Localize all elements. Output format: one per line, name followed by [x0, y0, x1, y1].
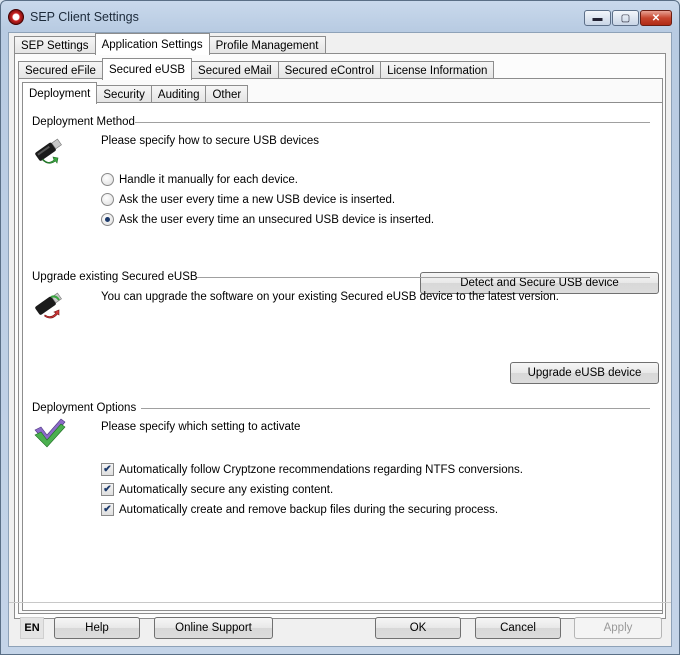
radio-option-new-device[interactable]: Ask the user every time a new USB device… — [101, 193, 395, 206]
checkbox-secure-existing[interactable]: ✔ Automatically secure any existing cont… — [101, 483, 333, 496]
section-divider — [197, 277, 650, 278]
radio-button[interactable] — [101, 173, 114, 186]
ok-button[interactable]: OK — [375, 617, 461, 639]
tab-secured-eusb[interactable]: Secured eUSB — [101, 58, 193, 80]
radio-label: Ask the user every time an unsecured USB… — [119, 213, 435, 226]
maximize-button[interactable]: ▢ — [612, 10, 639, 26]
online-support-button[interactable]: Online Support — [154, 617, 273, 639]
checkbox-backup-files[interactable]: ✔ Automatically create and remove backup… — [101, 503, 498, 516]
upgrade-section-title: Upgrade existing Secured eUSB — [32, 271, 198, 283]
usb-stick-green-arrow-icon — [35, 138, 62, 164]
deployment-method-description: Please specify how to secure USB devices — [101, 135, 319, 147]
cancel-button[interactable]: Cancel — [475, 617, 561, 639]
deployment-options-title: Deployment Options — [32, 402, 137, 414]
radio-button-selected[interactable] — [101, 213, 114, 226]
footer-divider — [9, 602, 671, 603]
checkbox-label: Automatically create and remove backup f… — [119, 503, 499, 516]
green-purple-checkmark-icon — [34, 418, 66, 448]
section-divider — [135, 122, 650, 123]
radio-option-manual[interactable]: Handle it manually for each device. — [101, 173, 298, 186]
tab-application-settings[interactable]: Application Settings — [94, 33, 210, 55]
section-divider — [141, 408, 650, 409]
radio-button[interactable] — [101, 193, 114, 206]
radio-label: Ask the user every time a new USB device… — [119, 193, 396, 206]
eusb-tab-strip: Deployment Security Auditing Other — [22, 82, 249, 104]
checkbox-label: Automatically secure any existing conten… — [119, 483, 334, 496]
checkbox-checked[interactable]: ✔ — [101, 503, 114, 516]
language-indicator[interactable]: EN — [20, 617, 44, 639]
upgrade-description: You can upgrade the software on your exi… — [101, 291, 559, 303]
checkbox-ntfs-recommendations[interactable]: ✔ Automatically follow Cryptzone recomme… — [101, 463, 523, 476]
tab-deployment[interactable]: Deployment — [22, 82, 98, 104]
deployment-panel: Deployment Method Please specify how to … — [22, 102, 663, 611]
radio-option-unsecured-device[interactable]: Ask the user every time an unsecured USB… — [101, 213, 434, 226]
checkbox-checked[interactable]: ✔ — [101, 463, 114, 476]
deployment-options-description: Please specify which setting to activate — [101, 421, 301, 433]
upgrade-eusb-button[interactable]: Upgrade eUSB device — [510, 362, 659, 384]
radio-label: Handle it manually for each device. — [119, 173, 298, 186]
client-area: SEP Settings Application Settings Profil… — [8, 32, 672, 647]
apply-button[interactable]: Apply — [574, 617, 662, 639]
main-tab-strip: SEP Settings Application Settings Profil… — [14, 33, 326, 55]
usb-stick-red-arrow-icon — [35, 292, 62, 319]
window-title: SEP Client Settings — [30, 10, 139, 24]
product-tab-strip: Secured eFile Secured eUSB Secured eMail… — [18, 58, 495, 80]
close-button[interactable]: ✕ — [640, 10, 672, 26]
title-bar[interactable]: SEP Client Settings ▬ ▢ ✕ — [1, 1, 679, 33]
checkbox-label: Automatically follow Cryptzone recommend… — [119, 463, 523, 476]
app-window: SEP Client Settings ▬ ▢ ✕ SEP Settings A… — [0, 0, 680, 655]
checkbox-checked[interactable]: ✔ — [101, 483, 114, 496]
app-logo-icon[interactable] — [8, 9, 24, 25]
help-button[interactable]: Help — [54, 617, 140, 639]
minimize-button[interactable]: ▬ — [584, 10, 611, 26]
deployment-method-title: Deployment Method — [32, 116, 135, 128]
